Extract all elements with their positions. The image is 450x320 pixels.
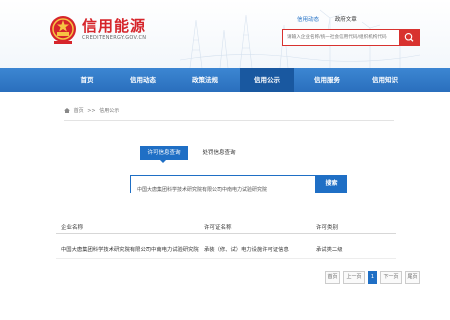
main-nav: 首页 信用动态 政策法规 信用公示 信用服务 信用知识	[0, 68, 450, 92]
table-header-divider	[56, 233, 396, 234]
home-icon	[64, 108, 70, 113]
header-search-input[interactable]	[283, 30, 400, 45]
breadcrumb-separator: >>	[87, 108, 96, 114]
national-emblem-icon[interactable]	[48, 14, 78, 46]
header-search	[282, 29, 420, 46]
top-link-credit-news[interactable]: 信用动态	[297, 17, 319, 23]
main-search-input[interactable]	[131, 181, 315, 198]
search-icon	[404, 33, 414, 42]
breadcrumb-divider	[64, 120, 394, 121]
header-search-button[interactable]	[399, 30, 419, 45]
nav-policy[interactable]: 政策法规	[180, 68, 230, 92]
table-header-category: 许可类别	[316, 225, 339, 231]
nav-credit-publicity[interactable]: 信用公示	[240, 68, 294, 92]
table-header-license: 许可证名称	[204, 225, 232, 231]
pagination-first[interactable]: 首页	[325, 271, 340, 284]
table-row-divider	[56, 258, 396, 259]
tab-penalty-query[interactable]: 处罚信息查询	[193, 146, 245, 160]
nav-credit-knowledge[interactable]: 信用知识	[360, 68, 410, 92]
breadcrumb: 首页 >> 信用公示	[64, 107, 119, 114]
top-links: 信用动态 政府文章	[297, 15, 371, 23]
main-search-button[interactable]: 搜索	[316, 175, 347, 193]
breadcrumb-home[interactable]: 首页	[74, 108, 84, 114]
table-cell-company[interactable]: 中国大唐集团科学技术研究院有限公司中南电力试验研究院	[61, 245, 199, 253]
tab-license-query[interactable]: 许可信息查询	[140, 146, 188, 163]
pagination-page-1[interactable]: 1	[368, 271, 377, 284]
site-header: 信用能源 CREDITENERGY.GOV.CN 信用动态 政府文章	[0, 0, 450, 68]
top-link-gov-articles[interactable]: 政府文章	[335, 17, 357, 23]
nav-credit-news[interactable]: 信用动态	[118, 68, 168, 92]
pagination-last[interactable]: 尾页	[405, 271, 420, 284]
pagination-next[interactable]: 下一页	[380, 271, 402, 284]
table-cell-license: 承装（修、试）电力设施许可证信息	[204, 247, 289, 253]
site-domain: CREDITENERGY.GOV.CN	[82, 35, 147, 41]
pagination-prev[interactable]: 上一页	[343, 271, 365, 284]
table-cell-category: 承试类二级	[316, 247, 343, 253]
nav-credit-service[interactable]: 信用服务	[302, 68, 352, 92]
breadcrumb-current: 信用公示	[99, 108, 120, 114]
table-header-company: 企业名称	[61, 225, 84, 231]
site-title[interactable]: 信用能源	[82, 15, 146, 36]
nav-home[interactable]: 首页	[62, 68, 112, 92]
main-search-box	[130, 175, 316, 198]
